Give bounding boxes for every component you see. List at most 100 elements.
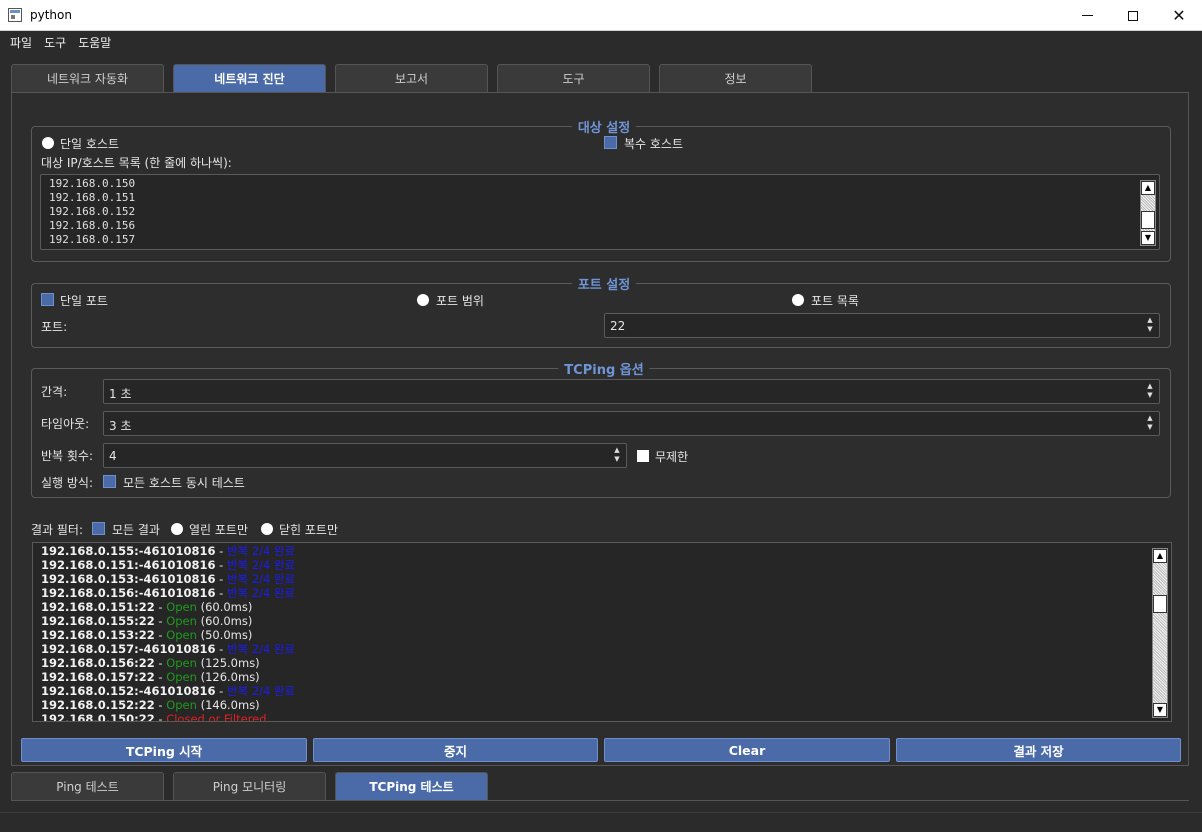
result-time: (125.0ms) [196,656,260,670]
single-port-radio[interactable] [41,293,54,306]
filter-all-radio[interactable] [92,522,105,535]
menu-bar: 파일 도구 도움말 [0,31,1202,53]
scroll-down-icon[interactable]: ▼ [1153,703,1167,717]
interval-value: 1 초 [109,387,132,401]
tab-tools[interactable]: 도구 [497,64,650,92]
result-separator: - [154,656,167,670]
scroll-up-icon[interactable]: ▲ [1153,549,1167,563]
tab-ping-test[interactable]: Ping 테스트 [11,772,164,800]
timeout-value: 3 초 [109,419,132,433]
unlimited-label: 무제한 [655,450,689,464]
repeat-spinbox[interactable]: 4 ▲ ▼ [103,443,627,468]
result-status: Closed or Filtered [166,712,267,722]
close-button[interactable]: ✕ [1156,0,1202,31]
port-range-radio[interactable] [417,294,429,306]
result-separator: - [215,544,227,558]
scroll-thumb[interactable] [1141,211,1155,229]
minimize-button[interactable] [1064,0,1110,31]
port-range-label: 포트 범위 [436,294,484,308]
tab-ping-monitoring[interactable]: Ping 모니터링 [173,772,326,800]
save-results-button[interactable]: 결과 저장 [896,738,1181,762]
filter-open-radio[interactable] [171,523,183,535]
result-status: Open [166,656,197,670]
multi-host-radio[interactable] [604,136,617,149]
result-host: 192.168.0.153:22 [41,628,155,642]
result-host: 192.168.0.150:22 [41,712,155,722]
result-host: 192.168.0.152:22 [41,698,155,712]
spin-arrows-icon[interactable]: ▲ ▼ [1144,382,1156,400]
scroll-thumb[interactable] [1153,595,1167,613]
result-separator: - [154,628,167,642]
host-list-item: 192.168.0.151 [49,191,136,204]
result-time: (146.0ms) [196,698,260,712]
results-scrollbar[interactable]: ▲ ▼ [1152,548,1168,718]
host-list-textarea[interactable]: 192.168.0.150 192.168.0.151 192.168.0.15… [40,174,1160,250]
result-status: Open [166,628,197,642]
result-host: 192.168.0.155:-461010816 [41,544,216,558]
menu-file[interactable]: 파일 [4,34,38,51]
app-icon [8,8,22,22]
single-host-label: 단일 호스트 [60,137,120,151]
host-list-item: 192.168.0.152 [49,205,136,218]
target-settings-title: 대상 설정 [571,117,637,136]
tab-info[interactable]: 정보 [659,64,812,92]
result-separator: - [215,586,227,600]
tab-divider [11,800,1189,801]
result-line: 192.168.0.153:22 - Open (50.0ms) [41,628,295,642]
result-line: 192.168.0.151:22 - Open (60.0ms) [41,600,295,614]
scroll-up-icon[interactable]: ▲ [1141,181,1155,195]
host-list-item: 192.168.0.156 [49,219,136,232]
result-status: 반복 2/4 완료 [226,642,296,656]
result-status: Open [166,670,197,684]
interval-spinbox[interactable]: 1 초 ▲ ▼ [103,379,1160,404]
result-status: 반복 2/4 완료 [226,558,296,572]
port-spinbox[interactable]: 22 ▲ ▼ [604,313,1160,338]
result-status: Open [166,614,197,628]
timeout-label: 타임아웃: [41,417,90,431]
concurrent-test-checkbox[interactable] [103,475,116,488]
spin-arrows-icon[interactable]: ▲ ▼ [1144,316,1156,334]
host-list-item: 192.168.0.150 [49,177,136,190]
host-list-scrollbar[interactable]: ▲ ▼ [1140,180,1156,246]
result-time: (50.0ms) [196,628,253,642]
menu-help[interactable]: 도움말 [72,34,117,51]
result-line: 192.168.0.150:22 - Closed or Filtered [41,712,295,722]
result-line: 192.168.0.152:-461010816 - 반복 2/4 완료 [41,684,295,698]
result-line: 192.168.0.153:-461010816 - 반복 2/4 완료 [41,572,295,586]
scroll-down-icon[interactable]: ▼ [1141,231,1155,245]
stop-button[interactable]: 중지 [313,738,598,762]
result-filter-label: 결과 필터: [31,523,84,537]
repeat-value: 4 [109,449,117,463]
result-line: 192.168.0.156:-461010816 - 반복 2/4 완료 [41,586,295,600]
spin-arrows-icon[interactable]: ▲ ▼ [611,446,623,464]
single-host-radio[interactable] [42,137,54,149]
start-tcping-button[interactable]: TCPing 시작 [21,738,307,762]
unlimited-checkbox[interactable] [637,450,649,462]
clear-button[interactable]: Clear [604,738,890,762]
multi-host-label: 복수 호스트 [624,137,684,151]
tab-network-automation[interactable]: 네트워크 자동화 [11,64,164,92]
spin-arrows-icon[interactable]: ▲ ▼ [1144,414,1156,432]
result-status: Open [166,698,197,712]
result-line: 192.168.0.157:-461010816 - 반복 2/4 완료 [41,642,295,656]
results-output[interactable]: 192.168.0.155:-461010816 - 반복 2/4 완료 192.… [32,542,1172,722]
result-host: 192.168.0.156:-461010816 [41,586,216,600]
interval-label: 간격: [41,385,68,399]
single-port-label: 단일 포트 [60,294,108,308]
maximize-button[interactable] [1110,0,1156,31]
port-settings-title: 포트 설정 [571,274,637,293]
port-list-radio[interactable] [792,294,804,306]
timeout-spinbox[interactable]: 3 초 ▲ ▼ [103,411,1160,436]
filter-closed-radio[interactable] [261,523,273,535]
tab-tcping-test[interactable]: TCPing 테스트 [335,772,488,800]
tab-report[interactable]: 보고서 [335,64,488,92]
result-line: 192.168.0.155:-461010816 - 반복 2/4 완료 [41,544,295,558]
result-separator: - [154,614,167,628]
menu-tools[interactable]: 도구 [38,34,72,51]
tab-network-diagnosis[interactable]: 네트워크 진단 [173,64,326,92]
result-status: Open [166,600,197,614]
result-host: 192.168.0.157:22 [41,670,155,684]
result-host: 192.168.0.152:-461010816 [41,684,216,698]
result-separator: - [215,642,227,656]
result-status: 반복 2/4 완료 [226,544,296,558]
